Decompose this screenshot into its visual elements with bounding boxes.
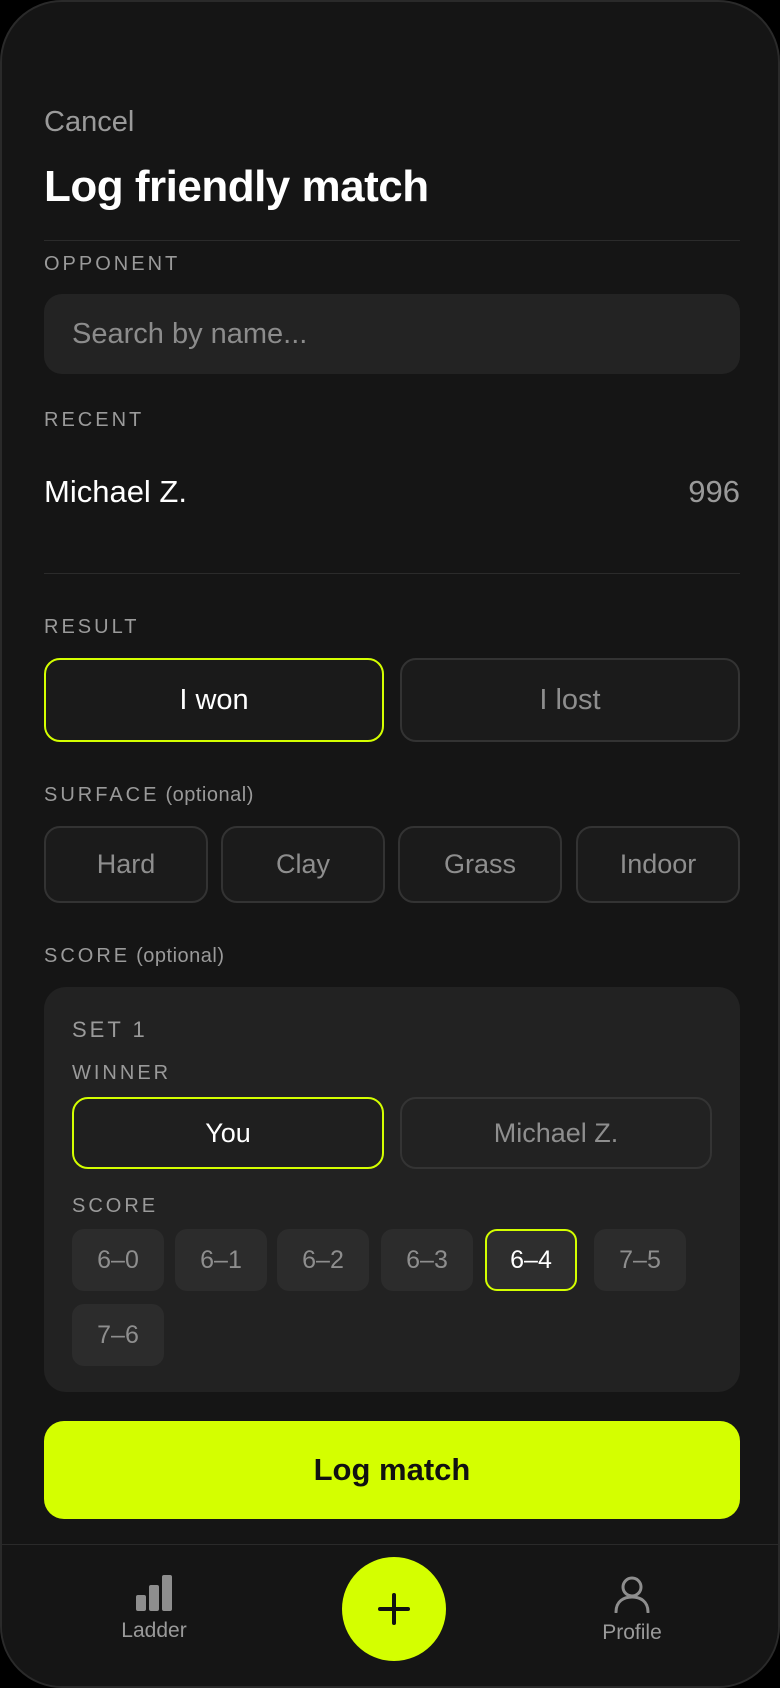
tab-profile-label: Profile bbox=[602, 1621, 662, 1644]
add-match-fab[interactable] bbox=[342, 1557, 446, 1661]
surface-label: SURFACE (optional) bbox=[44, 784, 254, 807]
score-chip[interactable]: 7–5 bbox=[594, 1229, 686, 1291]
tab-ladder[interactable]: Ladder bbox=[84, 1575, 224, 1643]
tab-ladder-label: Ladder bbox=[121, 1619, 187, 1642]
opponent-label: OPPONENT bbox=[44, 253, 181, 275]
result-label: RESULT bbox=[44, 616, 140, 638]
surface-label-text: SURFACE bbox=[44, 784, 160, 806]
score-label-text: SCORE bbox=[44, 945, 131, 967]
winner-label: WINNER bbox=[72, 1062, 172, 1084]
score-optional-hint: (optional) bbox=[136, 945, 225, 967]
score-label: SCORE (optional) bbox=[44, 945, 225, 968]
winner-you-button[interactable]: You bbox=[72, 1097, 384, 1169]
page-title: Log friendly match bbox=[44, 162, 429, 211]
surface-hard-button[interactable]: Hard bbox=[44, 826, 208, 903]
score-chip[interactable]: 6–2 bbox=[277, 1229, 369, 1291]
plus-icon bbox=[378, 1593, 410, 1625]
result-won-button[interactable]: I won bbox=[44, 658, 384, 742]
recent-label: RECENT bbox=[44, 409, 145, 431]
score-chip[interactable]: 6–4 bbox=[485, 1229, 577, 1291]
surface-optional-hint: (optional) bbox=[165, 784, 254, 806]
winner-opponent-button[interactable]: Michael Z. bbox=[400, 1097, 712, 1169]
result-lost-button[interactable]: I lost bbox=[400, 658, 740, 742]
divider bbox=[44, 240, 740, 241]
score-chip[interactable]: 6–0 bbox=[72, 1229, 164, 1291]
app-screen: Cancel Log friendly match OPPONENT RECEN… bbox=[0, 0, 780, 1688]
recent-opponent-rating: 996 bbox=[688, 474, 740, 509]
log-match-button[interactable]: Log match bbox=[44, 1421, 740, 1519]
divider bbox=[44, 573, 740, 574]
opponent-search-input[interactable] bbox=[44, 294, 740, 374]
surface-indoor-button[interactable]: Indoor bbox=[576, 826, 740, 903]
ladder-icon bbox=[136, 1575, 172, 1611]
surface-clay-button[interactable]: Clay bbox=[221, 826, 385, 903]
recent-opponent-name: Michael Z. bbox=[44, 474, 187, 509]
score-chip[interactable]: 7–6 bbox=[72, 1304, 164, 1366]
score-chip[interactable]: 6–1 bbox=[175, 1229, 267, 1291]
bottom-tab-bar: Ladder Profile bbox=[2, 1544, 778, 1686]
score-chip[interactable]: 6–3 bbox=[381, 1229, 473, 1291]
set-score-label: SCORE bbox=[72, 1195, 159, 1217]
cancel-button[interactable]: Cancel bbox=[44, 106, 134, 139]
tab-profile[interactable]: Profile bbox=[562, 1575, 702, 1645]
recent-opponent-item[interactable]: Michael Z. 996 bbox=[44, 466, 740, 516]
set-title: SET 1 bbox=[72, 1017, 148, 1042]
surface-grass-button[interactable]: Grass bbox=[398, 826, 562, 903]
set-score-card: SET 1 WINNER You Michael Z. SCORE 6–0 6–… bbox=[44, 987, 740, 1392]
profile-icon bbox=[614, 1576, 650, 1613]
